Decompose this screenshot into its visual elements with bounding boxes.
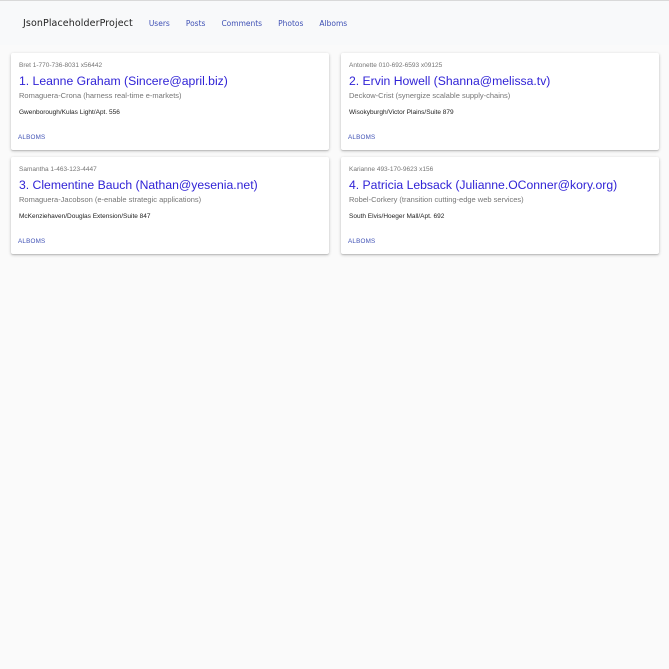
user-address: South Elvis/Hoeger Mall/Apt. 692 bbox=[349, 213, 445, 220]
user-address: Wisokyburgh/Victor Plains/Suite 879 bbox=[349, 109, 454, 116]
user-card: Samantha 1-463-123-4447 3. Clementine Ba… bbox=[11, 157, 329, 254]
user-username-phone: Bret 1-770-736-8031 x56442 bbox=[19, 62, 103, 69]
user-username-phone: Karianne 493-170-9623 x156 bbox=[349, 166, 434, 173]
user-card: Karianne 493-170-9623 x156 4. Patricia L… bbox=[341, 157, 659, 254]
nav-link-users[interactable]: Users bbox=[149, 19, 170, 28]
user-username-phone: Samantha 1-463-123-4447 bbox=[19, 166, 97, 173]
top-navbar: JsonPlaceholderProject Users Posts Comme… bbox=[0, 0, 669, 45]
user-address: McKenziehaven/Douglas Extension/Suite 84… bbox=[19, 213, 151, 220]
user-name-email-title: 4. Patricia Lebsack (Julianne.OConner@ko… bbox=[349, 178, 618, 192]
alboms-button[interactable]: ALBOMS bbox=[348, 238, 375, 245]
user-address: Gwenborough/Kulas Light/Apt. 556 bbox=[19, 109, 120, 116]
user-company: Romaguera-Crona (harness real-time e-mar… bbox=[19, 91, 182, 100]
nav-link-photos[interactable]: Photos bbox=[278, 19, 303, 28]
alboms-button[interactable]: ALBOMS bbox=[348, 134, 375, 141]
user-username-phone: Antonette 010-692-6593 x09125 bbox=[349, 62, 443, 69]
user-card: Antonette 010-692-6593 x09125 2. Ervin H… bbox=[341, 53, 659, 150]
brand-logo-text[interactable]: JsonPlaceholderProject bbox=[23, 18, 133, 29]
user-company: Romaguera-Jacobson (e-enable strategic a… bbox=[19, 195, 202, 204]
user-company: Robel-Corkery (transition cutting-edge w… bbox=[349, 195, 524, 204]
nav-link-comments[interactable]: Comments bbox=[221, 19, 262, 28]
nav-link-posts[interactable]: Posts bbox=[186, 19, 206, 28]
alboms-button[interactable]: ALBOMS bbox=[18, 134, 45, 141]
user-name-email-title: 1. Leanne Graham (Sincere@april.biz) bbox=[19, 74, 228, 88]
user-card: Bret 1-770-736-8031 x56442 1. Leanne Gra… bbox=[11, 53, 329, 150]
user-name-email-title: 3. Clementine Bauch (Nathan@yesenia.net) bbox=[19, 178, 258, 192]
user-company: Deckow-Crist (synergize scalable supply-… bbox=[349, 91, 511, 100]
user-name-email-title: 2. Ervin Howell (Shanna@melissa.tv) bbox=[349, 74, 551, 88]
alboms-button[interactable]: ALBOMS bbox=[18, 238, 45, 245]
nav-link-alboms[interactable]: Alboms bbox=[319, 19, 347, 28]
